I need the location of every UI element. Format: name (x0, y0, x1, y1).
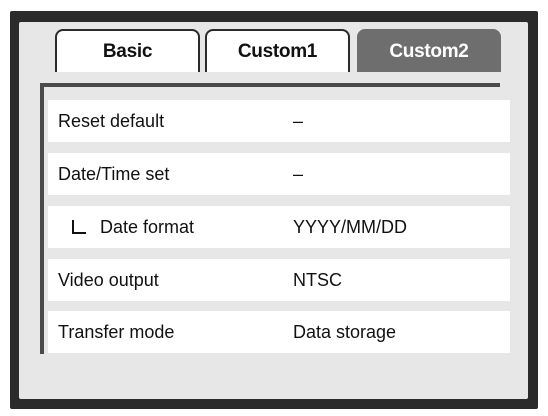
setting-value: – (293, 110, 304, 131)
setting-row-reset-default[interactable]: Reset default – (48, 100, 510, 142)
setting-label-sub: Date format (58, 206, 194, 248)
tab-baseline-divider (40, 83, 500, 87)
setting-row-transfer-mode[interactable]: Transfer mode Data storage (48, 311, 510, 353)
setting-label: Reset default (58, 110, 165, 131)
setting-value: NTSC (293, 269, 342, 290)
setting-label: Date/Time set (58, 163, 170, 184)
setting-value: Data storage (293, 321, 397, 342)
tab-basic-label: Basic (102, 40, 153, 62)
setting-value: YYYY/MM/DD (293, 216, 408, 237)
setting-label-text: Date format (100, 216, 195, 237)
setting-label: Video output (58, 269, 159, 290)
setting-value: – (293, 163, 304, 184)
setting-label: Transfer mode (58, 321, 175, 342)
setting-row-date-format[interactable]: Date format YYYY/MM/DD (48, 206, 510, 248)
menu-left-rule (40, 86, 44, 354)
tab-custom1[interactable]: Custom1 (205, 29, 350, 72)
tab-basic[interactable]: Basic (55, 29, 200, 72)
setting-row-video-output[interactable]: Video output NTSC (48, 259, 510, 301)
setting-row-date-time-set[interactable]: Date/Time set – (48, 153, 510, 195)
sub-item-corner-icon (72, 220, 86, 234)
tab-custom2[interactable]: Custom2 (357, 29, 501, 72)
tab-custom2-label: Custom2 (389, 40, 469, 62)
tab-custom1-label: Custom1 (237, 40, 318, 62)
